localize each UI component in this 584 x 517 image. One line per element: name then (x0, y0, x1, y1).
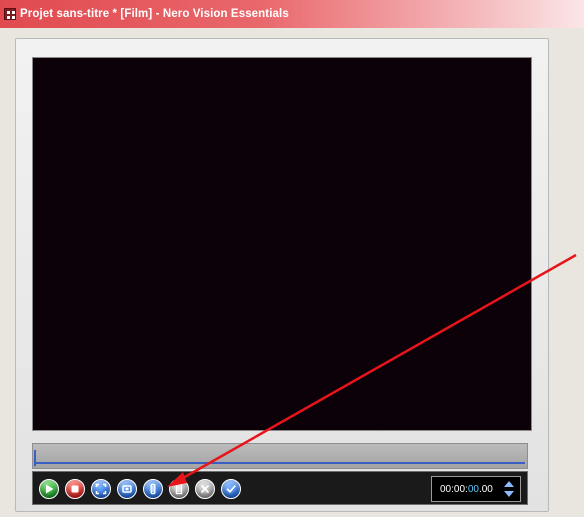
window-title: Projet sans-titre * [Film] - Nero Vision… (20, 8, 289, 20)
timecode-field[interactable]: 00:00:00.00 (431, 476, 521, 502)
checkmark-icon (226, 485, 236, 493)
spinner-down-icon[interactable] (504, 491, 514, 497)
confirm-button[interactable] (221, 479, 241, 499)
timeline-seekbar[interactable] (32, 443, 528, 469)
split-button[interactable] (143, 479, 163, 499)
fullscreen-icon (95, 483, 107, 495)
timecode-display: 00:00:00.00 (440, 483, 493, 495)
timecode-spinner[interactable] (504, 481, 514, 497)
playback-controls: 00:00:00.00 (32, 471, 528, 505)
stop-button[interactable] (65, 479, 85, 499)
preview-panel: 00:00:00.00 (15, 38, 549, 512)
delete-button[interactable] (195, 479, 215, 499)
stop-icon (71, 485, 79, 493)
split-icon (150, 483, 156, 495)
window-body: 00:00:00.00 (0, 28, 584, 517)
fullscreen-button[interactable] (91, 479, 111, 499)
snapshot-button[interactable] (117, 479, 137, 499)
trim-icon (175, 483, 183, 495)
title-bar: Projet sans-titre * [Film] - Nero Vision… (0, 0, 584, 28)
video-preview (32, 57, 532, 431)
app-icon[interactable] (4, 8, 16, 20)
snapshot-icon (122, 485, 132, 493)
play-button[interactable] (39, 479, 59, 499)
timeline-track (35, 462, 525, 464)
trim-button[interactable] (169, 479, 189, 499)
spinner-up-icon[interactable] (504, 481, 514, 487)
x-icon (201, 485, 209, 493)
play-icon (46, 484, 54, 494)
